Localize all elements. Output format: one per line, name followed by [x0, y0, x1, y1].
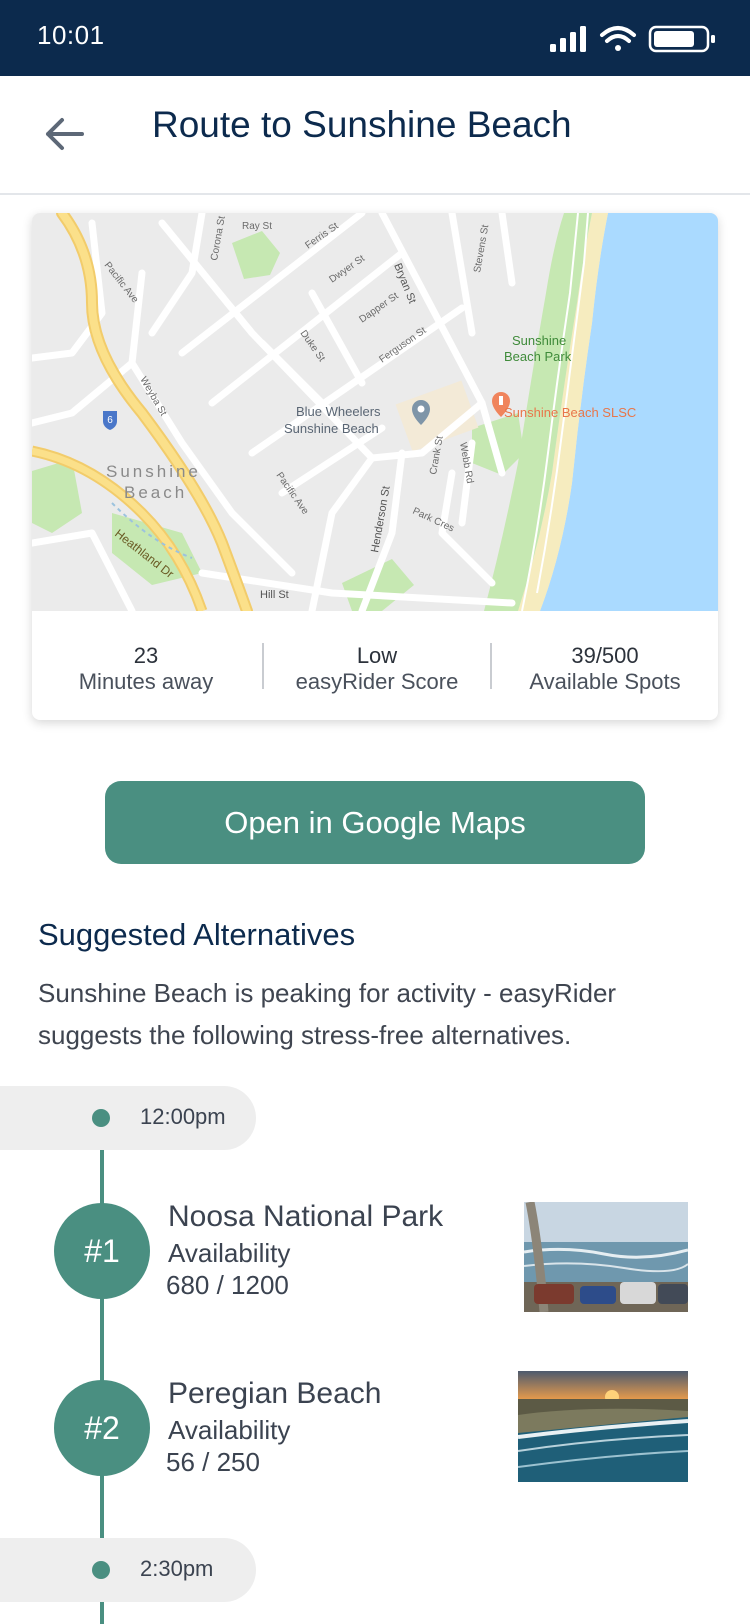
time-label: 12:00pm — [140, 1104, 226, 1129]
stat-score: Low easyRider Score — [264, 611, 490, 720]
status-bar: 10:01 — [0, 0, 750, 76]
stat-minutes-label: Minutes away — [78, 669, 214, 694]
stat-spots-label: Available Spots — [529, 669, 681, 694]
wifi-icon — [600, 26, 636, 51]
status-time: 10:01 — [37, 20, 105, 50]
availability-label: Availability — [168, 1238, 291, 1268]
map-label-suburb-line2: Beach — [124, 483, 187, 502]
header: Route to Sunshine Beach — [0, 76, 750, 195]
route-stats: 23 Minutes away Low easyRider Score 39/5… — [32, 611, 718, 720]
map-label-ray-st: Ray St — [242, 221, 272, 232]
availability-count: 56 / 250 — [166, 1447, 260, 1477]
open-google-maps-button[interactable]: Open in Google Maps — [105, 781, 645, 864]
signal-icon — [550, 26, 586, 52]
alternative-item[interactable]: #1 Noosa National Park Availability 680 … — [0, 1196, 750, 1316]
map-label-blue-wheelers-line2: Sunshine Beach — [284, 421, 379, 436]
time-label: 2:30pm — [140, 1556, 214, 1581]
route-map[interactable]: 6 Ray St Ferris St Dwyer St Dapper St Fe… — [32, 213, 718, 611]
alternative-name: Peregian Beach — [168, 1377, 382, 1410]
route-card: 6 Ray St Ferris St Dwyer St Dapper St Fe… — [32, 213, 718, 720]
availability-label: Availability — [168, 1415, 291, 1445]
highway-number: 6 — [107, 415, 113, 426]
map-label-blue-wheelers-line1: Blue Wheelers — [296, 404, 381, 419]
time-marker: 2:30pm — [0, 1538, 256, 1602]
back-button[interactable] — [42, 114, 86, 154]
battery-icon — [648, 25, 715, 53]
peregian-photo — [518, 1371, 688, 1482]
alternatives-title: Suggested Alternatives — [38, 917, 356, 952]
map-label-suburb-line1: Sunshine — [106, 462, 201, 481]
availability-count: 680 / 1200 — [166, 1270, 289, 1300]
alternatives-description: Sunshine Beach is peaking for activity -… — [38, 978, 617, 1050]
back-arrow-icon — [46, 118, 84, 150]
alternative-item[interactable]: #2 Peregian Beach Availability 56 / 250 — [0, 1371, 750, 1493]
stat-spots: 39/500 Available Spots — [492, 611, 718, 720]
map-label-slsc: Sunshine Beach SLSC — [504, 405, 636, 420]
stat-score-label: easyRider Score — [295, 669, 459, 694]
noosa-photo — [524, 1202, 688, 1312]
map-label-park-line1: Sunshine — [512, 333, 566, 348]
status-icons — [550, 24, 720, 54]
page-title: Route to Sunshine Beach — [152, 104, 572, 145]
stat-minutes: 23 Minutes away — [32, 611, 260, 720]
map-label-park-line2: Beach Park — [504, 349, 572, 364]
time-marker: 12:00pm — [0, 1086, 256, 1150]
rank-badge: #1 — [54, 1203, 150, 1299]
stat-minutes-value: 23 — [133, 643, 159, 668]
stat-spots-value: 39/500 — [571, 643, 639, 668]
timeline-dot-icon — [92, 1561, 110, 1579]
timeline-dot-icon — [92, 1109, 110, 1127]
stat-score-value: Low — [356, 643, 398, 668]
map-label-hill-st: Hill St — [260, 589, 289, 601]
rank-badge: #2 — [54, 1380, 150, 1476]
alternative-name: Noosa National Park — [168, 1200, 444, 1233]
